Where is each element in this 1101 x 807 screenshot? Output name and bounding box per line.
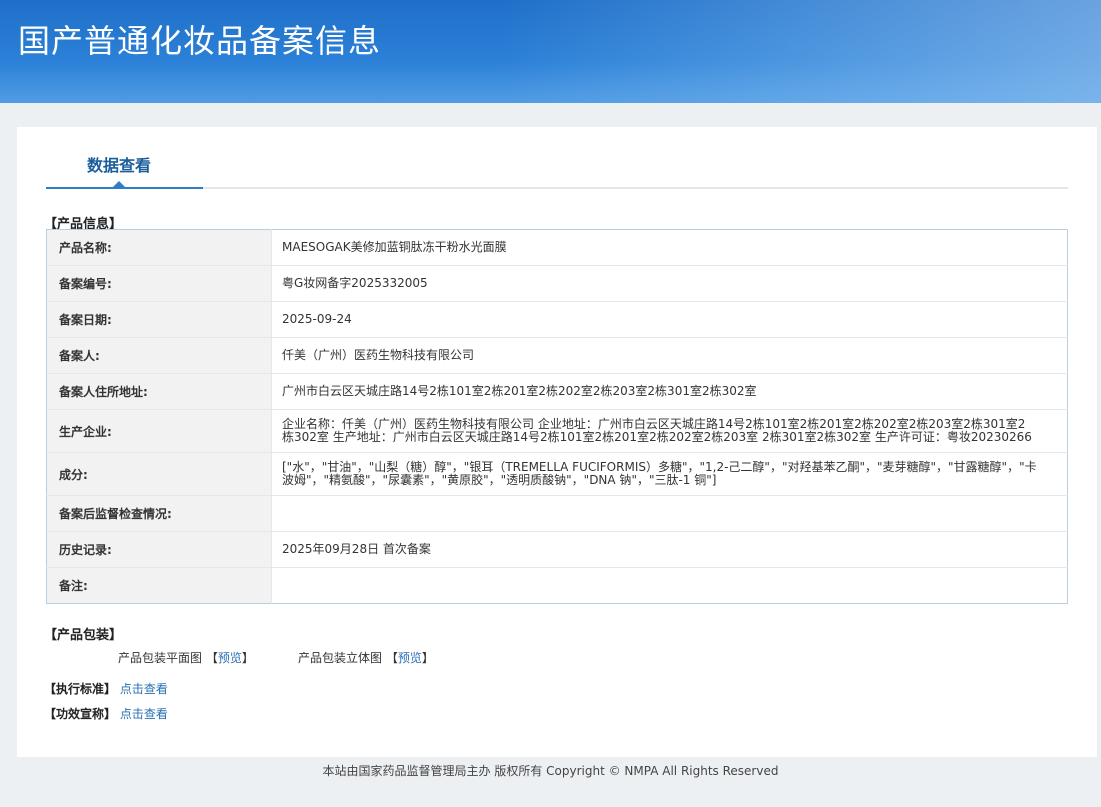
row-label: 产品名称:	[46, 229, 272, 266]
bracket-close: 】	[421, 651, 434, 665]
row-label: 备案日期:	[46, 301, 272, 338]
tab-data-view[interactable]: 数据查看	[87, 152, 151, 176]
packaging-solid-preview-link[interactable]: 预览	[398, 651, 422, 665]
product-info-table: 产品名称: MAESOGAK美修加蓝铜肽冻干粉水光面膜 备案编号: 粤G妆网备字…	[46, 229, 1068, 604]
content-panel: 数据查看 【产品信息】 产品名称: MAESOGAK美修加蓝铜肽冻干粉水光面膜 …	[17, 127, 1097, 757]
inspection-value	[271, 495, 1068, 532]
table-row: 生产企业: 企业名称：仟美（广州）医药生物科技有限公司 企业地址：广州市白云区天…	[46, 409, 1068, 453]
row-label: 生产企业:	[46, 409, 272, 453]
page-title: 国产普通化妆品备案信息	[18, 22, 382, 60]
standard-view-link[interactable]: 点击查看	[120, 682, 168, 696]
packaging-flat-preview-link[interactable]: 预览	[218, 651, 242, 665]
registrant-value: 仟美（广州）医药生物科技有限公司	[271, 337, 1068, 374]
registrant-address-value: 广州市白云区天城庄路14号2栋101室2栋201室2栋202室2栋203室2栋3…	[271, 373, 1068, 410]
record-date-value: 2025-09-24	[271, 301, 1068, 338]
efficacy-label: 【功效宣称】	[44, 707, 117, 721]
row-label: 历史记录:	[46, 531, 272, 568]
table-row: 备案人: 仟美（广州）医药生物科技有限公司	[46, 337, 1068, 374]
remarks-value	[271, 567, 1068, 604]
efficacy-row: 【功效宣称】 点击查看	[44, 705, 168, 722]
table-row: 备案编号: 粤G妆网备字2025332005	[46, 265, 1068, 302]
packaging-heading: 【产品包装】	[44, 628, 123, 643]
bracket-close: 】	[241, 651, 254, 665]
row-label: 成分:	[46, 452, 272, 496]
banner-wave	[0, 63, 1101, 103]
header-banner: 国产普通化妆品备案信息	[0, 0, 1101, 103]
row-label: 备案编号:	[46, 265, 272, 302]
packaging-flat-item: 产品包装平面图 【预览】	[118, 649, 254, 666]
packaging-solid-label: 产品包装立体图	[298, 651, 383, 665]
footer-copyright: 本站由国家药品监督管理局主办 版权所有 Copyright © NMPA All…	[322, 764, 779, 778]
ingredients-value: ["水"，"甘油"，"山梨（糖）醇"，"银耳（TREMELLA FUCIFORM…	[271, 452, 1068, 496]
bracket-open: 【	[205, 651, 218, 665]
efficacy-view-link[interactable]: 点击查看	[120, 707, 168, 721]
history-value: 2025年09月28日 首次备案	[271, 531, 1068, 568]
row-label: 备案人:	[46, 337, 272, 374]
tab-active-indicator	[46, 187, 203, 189]
packaging-solid-item: 产品包装立体图 【预览】	[298, 649, 434, 666]
row-label: 备注:	[46, 567, 272, 604]
table-row: 历史记录: 2025年09月28日 首次备案	[46, 531, 1068, 568]
tab-caret-icon	[113, 181, 125, 187]
table-row: 成分: ["水"，"甘油"，"山梨（糖）醇"，"银耳（TREMELLA FUCI…	[46, 452, 1068, 496]
standard-row: 【执行标准】 点击查看	[44, 680, 168, 697]
table-row: 备案人住所地址: 广州市白云区天城庄路14号2栋101室2栋201室2栋202室…	[46, 373, 1068, 410]
table-row: 备注:	[46, 567, 1068, 604]
table-row: 备案日期: 2025-09-24	[46, 301, 1068, 338]
packaging-flat-label: 产品包装平面图	[118, 651, 203, 665]
product-name-value: MAESOGAK美修加蓝铜肽冻干粉水光面膜	[282, 240, 507, 254]
bracket-open: 【	[385, 651, 398, 665]
row-label: 备案后监督检查情况:	[46, 495, 272, 532]
record-number-value: 粤G妆网备字2025332005	[271, 265, 1068, 302]
row-label: 备案人住所地址:	[46, 373, 272, 410]
table-row: 产品名称: MAESOGAK美修加蓝铜肽冻干粉水光面膜	[46, 229, 1068, 266]
manufacturer-value: 企业名称：仟美（广州）医药生物科技有限公司 企业地址：广州市白云区天城庄路14号…	[271, 409, 1068, 453]
table-row: 备案后监督检查情况:	[46, 495, 1068, 532]
standard-label: 【执行标准】	[44, 682, 117, 696]
